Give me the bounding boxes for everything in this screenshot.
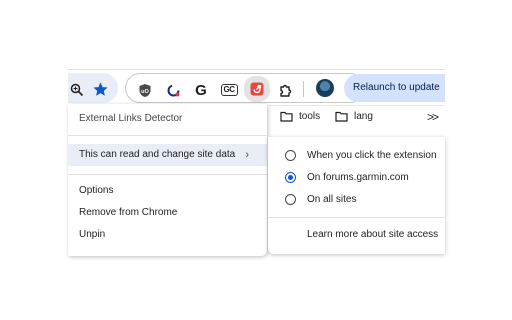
radio-option-on-click[interactable]: When you click the extension — [268, 144, 445, 166]
site-access-submenu: When you click the extension On forums.g… — [268, 137, 445, 254]
extension-context-menu: External Links Detector This can read an… — [68, 104, 267, 256]
bookmarks-bar: tools lang >> — [268, 105, 445, 129]
sync-icon — [167, 84, 179, 96]
toolbar-divider — [303, 81, 304, 97]
profile-avatar[interactable] — [316, 79, 334, 97]
menu-title: External Links Detector — [79, 113, 183, 124]
puzzle-icon — [279, 84, 291, 97]
radio-unchecked-icon[interactable] — [285, 149, 296, 161]
bookmarks-overflow-button[interactable]: >> — [427, 110, 439, 124]
omnibox-end[interactable] — [68, 73, 118, 103]
learn-more-link[interactable]: Learn more about site access — [307, 229, 438, 240]
submenu-separator — [268, 217, 445, 218]
menu-separator — [68, 174, 267, 175]
menu-item-remove[interactable]: Remove from Chrome — [68, 202, 267, 224]
google-extension-button[interactable]: G — [190, 79, 212, 101]
bookmark-folder-lang[interactable]: lang — [335, 111, 373, 122]
ublock-icon: uO — [139, 83, 151, 97]
magnifier-icon[interactable] — [70, 83, 84, 97]
external-links-detector-button[interactable] — [244, 76, 270, 102]
browser-toolbar: uO G GC Relaunch to update — [68, 69, 445, 105]
radio-label: On all sites — [307, 193, 357, 205]
bookmark-label: tools — [299, 111, 321, 122]
menu-item-options[interactable]: Options — [68, 180, 267, 202]
radio-option-on-site[interactable]: On forums.garmin.com — [268, 166, 445, 188]
radio-unchecked-icon[interactable] — [285, 193, 296, 205]
extensions-menu-button[interactable] — [274, 79, 296, 101]
radio-option-all-sites[interactable]: On all sites — [268, 188, 445, 210]
menu-item-unpin[interactable]: Unpin — [68, 224, 267, 246]
sync-extension-button[interactable] — [162, 79, 184, 101]
bookmark-folder-tools[interactable]: tools — [280, 111, 320, 122]
gc-icon: GC — [220, 84, 238, 96]
ublock-button[interactable]: uO — [134, 79, 156, 101]
bookmark-label: lang — [354, 111, 373, 122]
radio-label: On forums.garmin.com — [307, 171, 409, 183]
gc-extension-button[interactable]: GC — [218, 79, 240, 101]
menu-item-site-data[interactable]: This can read and change site data › — [68, 144, 267, 166]
svg-text:uO: uO — [141, 89, 149, 95]
folder-icon — [335, 111, 348, 122]
star-icon[interactable] — [92, 81, 109, 98]
google-icon: G — [195, 81, 207, 99]
chevron-right-icon: › — [245, 149, 249, 161]
menu-separator — [68, 135, 267, 136]
radio-checked-icon[interactable] — [285, 171, 296, 183]
radio-label: When you click the extension — [307, 149, 437, 161]
menu-item-label: This can read and change site data — [79, 149, 236, 160]
folder-icon — [280, 111, 293, 122]
relaunch-button[interactable]: Relaunch to update — [344, 74, 445, 102]
external-links-detector-icon — [250, 82, 264, 96]
